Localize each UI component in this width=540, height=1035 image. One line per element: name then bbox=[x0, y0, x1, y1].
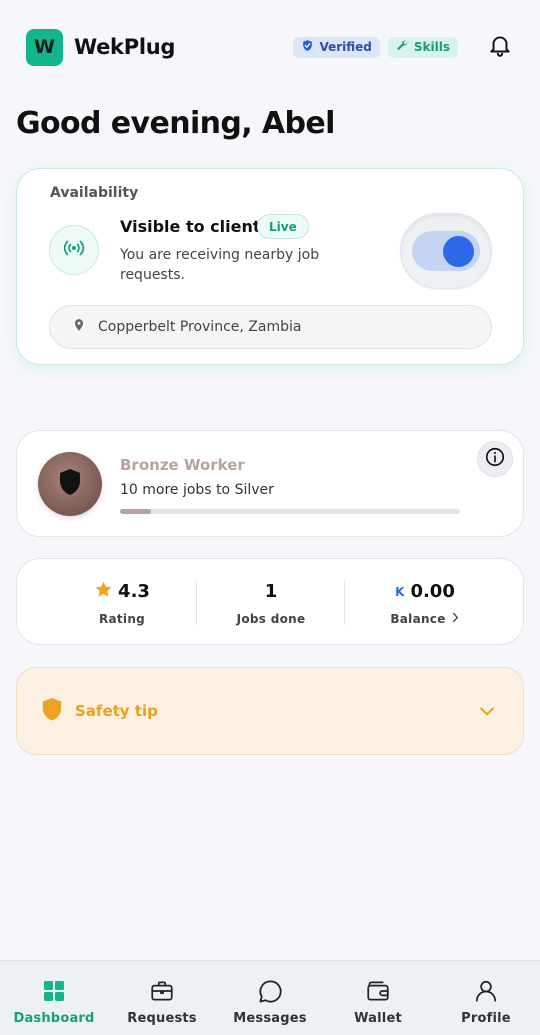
stats-card: 4.3 Rating 1 Jobs done K 0.00 Balance bbox=[16, 558, 524, 645]
live-badge: Live bbox=[257, 214, 309, 239]
verified-label: Verified bbox=[319, 40, 372, 54]
location-pin-icon bbox=[72, 317, 86, 337]
availability-card: Availability Visible to clients Live You… bbox=[16, 168, 524, 365]
tier-badge-avatar bbox=[38, 452, 102, 516]
jobs-label: Jobs done bbox=[236, 611, 306, 626]
chevron-right-icon bbox=[451, 612, 460, 626]
notifications-button[interactable] bbox=[486, 33, 514, 61]
tier-name: Bronze Worker bbox=[120, 456, 245, 474]
balance-stat[interactable]: K 0.00 Balance bbox=[360, 559, 490, 646]
tier-card[interactable]: Bronze Worker 10 more jobs to Silver bbox=[16, 430, 524, 537]
grid-icon bbox=[40, 977, 68, 1005]
header-badges: Verified Skills bbox=[293, 36, 458, 58]
tier-info-button[interactable] bbox=[477, 441, 513, 477]
user-icon bbox=[472, 977, 500, 1005]
tier-progress-bar bbox=[120, 509, 460, 514]
app-header: W WekPlug Verified Skills bbox=[26, 28, 514, 66]
nav-label: Messages bbox=[233, 1011, 307, 1026]
nav-label: Wallet bbox=[354, 1011, 402, 1026]
safety-tip-label: Safety tip bbox=[75, 702, 158, 720]
star-icon bbox=[94, 580, 113, 604]
stats-divider bbox=[196, 581, 197, 625]
greeting-heading: Good evening, Abel bbox=[16, 106, 335, 141]
nav-dashboard[interactable]: Dashboard bbox=[0, 961, 108, 1035]
nav-wallet[interactable]: Wallet bbox=[324, 961, 432, 1035]
balance-label: Balance bbox=[390, 611, 446, 626]
skills-badge[interactable]: Skills bbox=[387, 36, 458, 58]
balance-value: 0.00 bbox=[410, 581, 455, 602]
nav-requests[interactable]: Requests bbox=[108, 961, 216, 1035]
broadcast-icon bbox=[62, 236, 86, 264]
app-logo: W bbox=[26, 28, 63, 66]
nav-messages[interactable]: Messages bbox=[216, 961, 324, 1035]
verified-badge[interactable]: Verified bbox=[293, 36, 380, 58]
brand-name: WekPlug bbox=[74, 35, 176, 59]
location-field[interactable]: Copperbelt Province, Zambia bbox=[49, 305, 492, 349]
bell-icon bbox=[487, 32, 513, 62]
broadcast-icon-wrapper bbox=[49, 225, 99, 275]
stats-divider bbox=[344, 581, 345, 625]
chat-bubble-icon bbox=[256, 977, 284, 1005]
nav-label: Requests bbox=[127, 1011, 197, 1026]
nav-profile[interactable]: Profile bbox=[432, 961, 540, 1035]
jobs-stat: 1 Jobs done bbox=[218, 559, 324, 646]
bottom-navigation: Dashboard Requests Messages Wallet Profi… bbox=[0, 960, 540, 1035]
briefcase-icon bbox=[148, 977, 176, 1005]
location-text: Copperbelt Province, Zambia bbox=[98, 319, 302, 335]
rating-stat: 4.3 Rating bbox=[69, 559, 175, 646]
jobs-value: 1 bbox=[264, 581, 278, 602]
rating-value: 4.3 bbox=[118, 581, 150, 602]
wallet-icon bbox=[364, 977, 392, 1005]
chevron-down-icon[interactable] bbox=[477, 701, 497, 725]
nav-label: Dashboard bbox=[13, 1011, 95, 1026]
availability-label: Availability bbox=[50, 185, 139, 201]
toggle-knob bbox=[443, 236, 474, 267]
shield-icon bbox=[41, 697, 63, 725]
availability-toggle-container bbox=[400, 213, 492, 289]
visibility-title: Visible to clients bbox=[120, 217, 271, 236]
availability-toggle[interactable] bbox=[412, 231, 480, 271]
info-icon bbox=[484, 446, 506, 472]
rating-label: Rating bbox=[98, 611, 146, 626]
currency-mark: K bbox=[395, 584, 405, 599]
nav-label: Profile bbox=[461, 1011, 511, 1026]
shield-icon bbox=[58, 468, 82, 500]
tier-progress-fill bbox=[120, 509, 151, 514]
tier-progress-text: 10 more jobs to Silver bbox=[120, 482, 274, 498]
safety-tip-card[interactable]: Safety tip bbox=[16, 667, 524, 755]
visibility-description: You are receiving nearby job requests. bbox=[120, 247, 320, 283]
wrench-icon bbox=[396, 39, 409, 55]
shield-check-icon bbox=[301, 39, 314, 55]
skills-label: Skills bbox=[413, 40, 450, 54]
